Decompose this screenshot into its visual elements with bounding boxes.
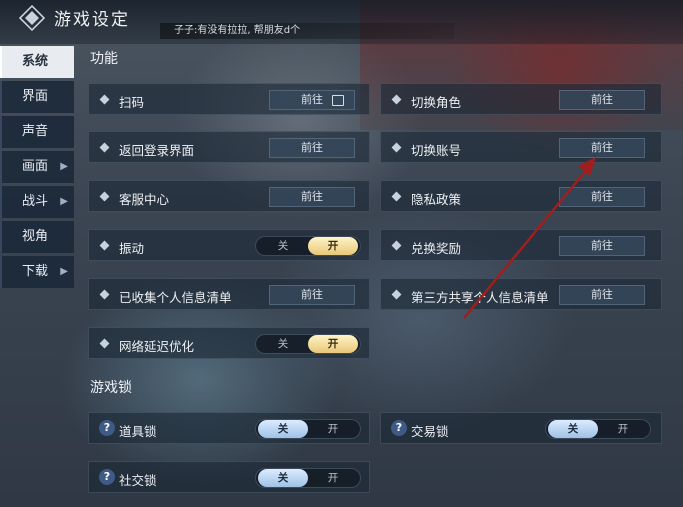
annotation-arrow-icon [463,157,596,319]
